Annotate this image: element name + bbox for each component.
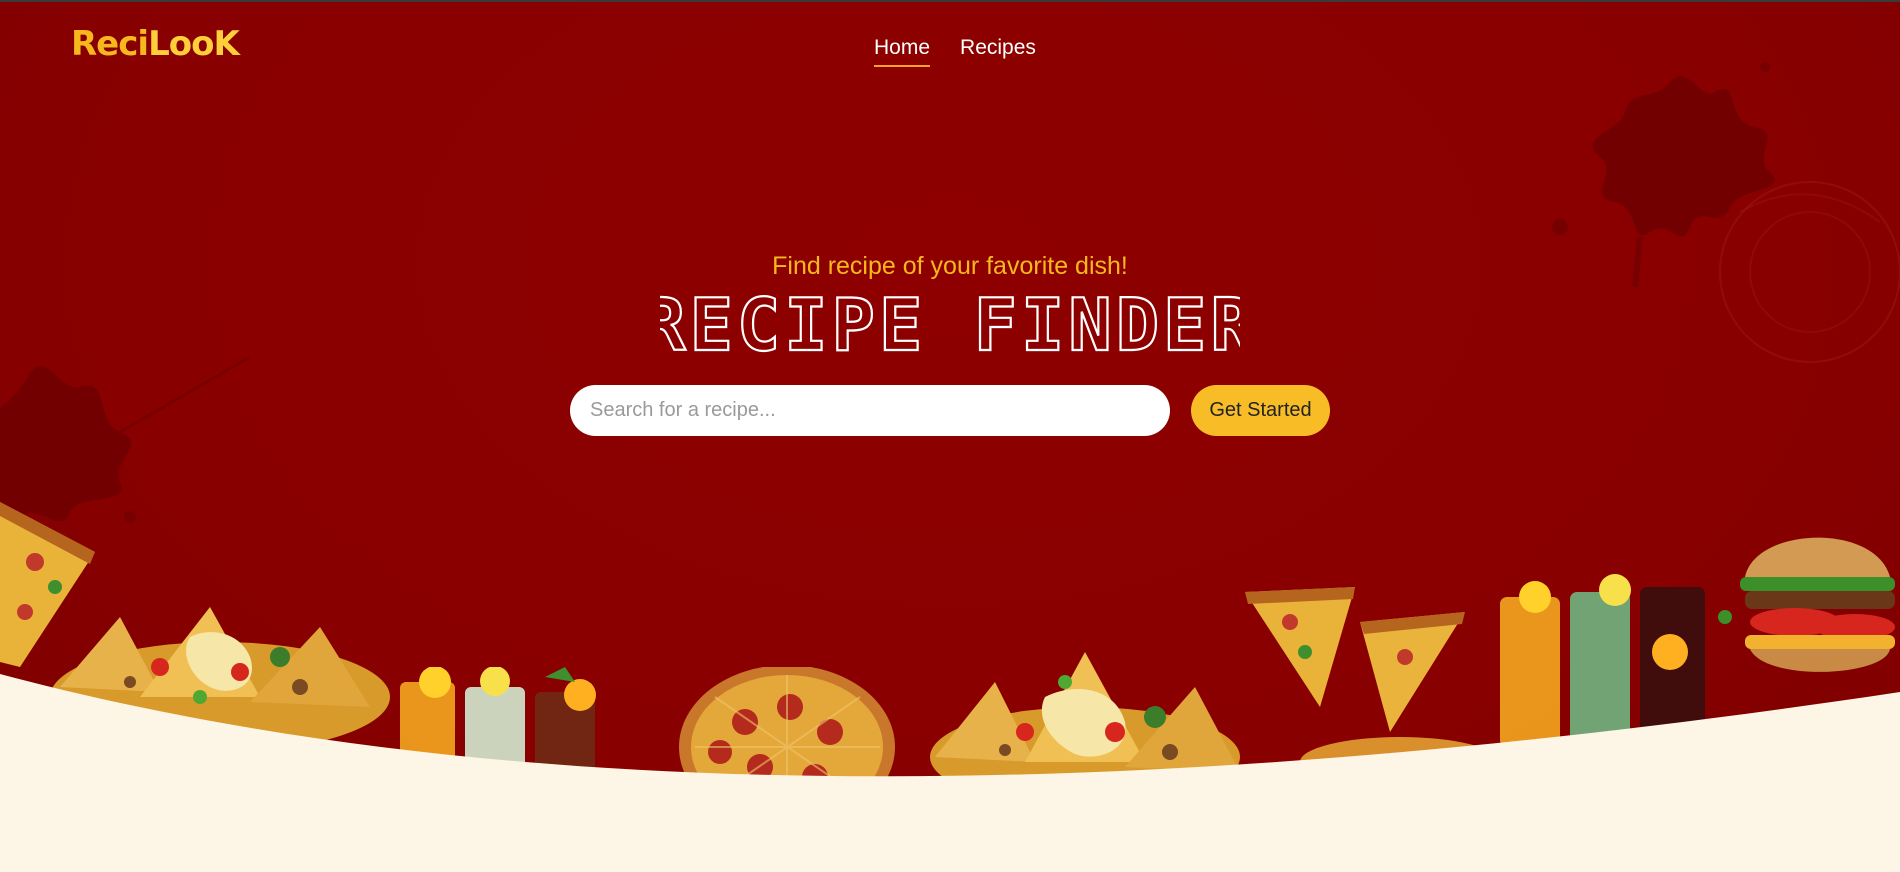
logo-text-reci: Reci (71, 24, 149, 64)
page: ReciLooK Home Recipes Find recipe of you… (0, 0, 1900, 872)
search-row: Get Started (570, 385, 1330, 436)
logo-text-look: LooK (148, 24, 240, 64)
cream-curve-bottom (0, 674, 1900, 872)
hero-title-outline: RECIPE FINDER (660, 284, 1240, 360)
hero-title-text: RECIPE FINDER (660, 284, 1240, 360)
recipe-search-input[interactable] (570, 385, 1170, 436)
main-nav: Home Recipes (874, 36, 1036, 67)
hero-title: RECIPE FINDER (0, 284, 1900, 360)
get-started-button[interactable]: Get Started (1191, 385, 1330, 436)
nav-home-link[interactable]: Home (874, 36, 931, 67)
nav-recipes-link[interactable]: Recipes (960, 36, 1036, 67)
hero-subtitle: Find recipe of your favorite dish! (772, 252, 1128, 280)
brand-logo[interactable]: ReciLooK (71, 24, 240, 64)
